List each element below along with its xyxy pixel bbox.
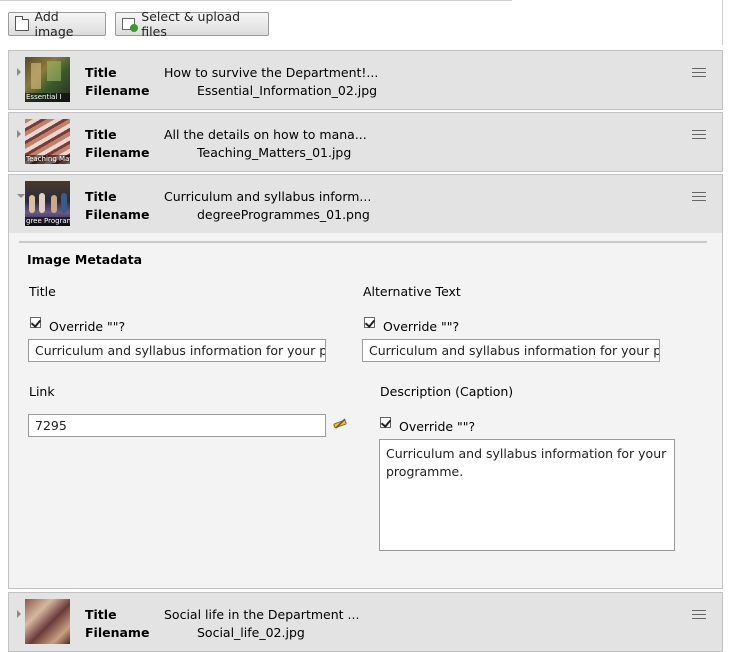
upload-icon <box>122 18 139 32</box>
title-label: Title <box>85 65 117 80</box>
title-label: Title <box>85 607 117 622</box>
image-thumbnail: Teaching Matte <box>25 119 70 164</box>
drag-handle-icon[interactable] <box>692 68 706 77</box>
description-override-label: Override ""? <box>399 419 476 434</box>
collapse-caret-icon[interactable] <box>17 194 25 198</box>
add-image-label: Add image <box>34 9 74 39</box>
select-upload-files-button[interactable]: Select & upload files <box>115 9 269 39</box>
add-image-button[interactable]: Add image <box>8 9 106 39</box>
link-wizard-icon[interactable] <box>333 417 349 431</box>
right-border <box>722 0 723 45</box>
image-row-1[interactable]: Essential I Title Filename How to surviv… <box>8 50 723 110</box>
alt-text-field-label: Alternative Text <box>363 284 461 299</box>
alt-text-input[interactable]: Curriculum and syllabus information for … <box>362 339 660 362</box>
image-title-value: How to survive the Department!... <box>164 65 379 80</box>
expand-caret-icon[interactable] <box>17 130 21 138</box>
link-field-label: Link <box>29 384 55 399</box>
thumbnail-caption: Essential I <box>25 93 70 102</box>
filename-label: Filename <box>85 207 150 222</box>
image-filename-value: degreeProgrammes_01.png <box>197 207 370 222</box>
alt-text-override-checkbox[interactable] <box>364 317 375 328</box>
description-field-label: Description (Caption) <box>380 384 514 399</box>
description-textarea[interactable]: Curriculum and syllabus information for … <box>379 439 675 551</box>
top-border <box>0 0 512 1</box>
expand-caret-icon[interactable] <box>17 610 21 618</box>
image-title-value: All the details on how to mana... <box>164 127 367 142</box>
drag-handle-icon[interactable] <box>692 610 706 619</box>
title-override-checkbox[interactable] <box>30 317 41 328</box>
title-label: Title <box>85 189 117 204</box>
alt-text-override-label: Override ""? <box>383 319 460 334</box>
image-thumbnail: gree Programm <box>25 181 70 226</box>
drag-handle-icon[interactable] <box>692 130 706 139</box>
image-row-2[interactable]: Teaching Matte Title Filename All the de… <box>8 112 723 172</box>
image-thumbnail <box>25 599 70 644</box>
title-label: Title <box>85 127 117 142</box>
image-row-4[interactable]: Title Filename Social life in the Depart… <box>8 592 723 652</box>
image-metadata-panel: Image Metadata Title Override ""? Curric… <box>8 233 723 589</box>
image-filename-value: Teaching_Matters_01.jpg <box>197 145 352 160</box>
expand-caret-icon[interactable] <box>17 68 21 76</box>
drag-handle-icon[interactable] <box>692 192 706 201</box>
image-thumbnail: Essential I <box>25 57 70 102</box>
folder-icon <box>15 16 29 31</box>
thumbnail-caption: Teaching Matte <box>25 155 70 164</box>
metadata-heading: Image Metadata <box>27 252 143 267</box>
divider <box>19 241 707 243</box>
image-filename-value: Social_life_02.jpg <box>197 625 305 640</box>
upload-label: Select & upload files <box>141 9 241 39</box>
image-title-value: Social life in the Department ... <box>164 607 360 622</box>
link-input[interactable]: 7295 <box>28 414 326 437</box>
filename-label: Filename <box>85 145 150 160</box>
description-override-checkbox[interactable] <box>380 417 391 428</box>
image-title-value: Curriculum and syllabus inform... <box>164 189 372 204</box>
image-filename-value: Essential_Information_02.jpg <box>197 83 378 98</box>
title-input[interactable]: Curriculum and syllabus information for … <box>28 339 326 362</box>
filename-label: Filename <box>85 625 150 640</box>
title-field-label: Title <box>29 284 56 299</box>
image-row-3[interactable]: gree Programm Title Filename Curriculum … <box>8 174 723 234</box>
filename-label: Filename <box>85 83 150 98</box>
title-override-label: Override ""? <box>49 319 126 334</box>
thumbnail-caption: gree Programm <box>25 217 70 226</box>
